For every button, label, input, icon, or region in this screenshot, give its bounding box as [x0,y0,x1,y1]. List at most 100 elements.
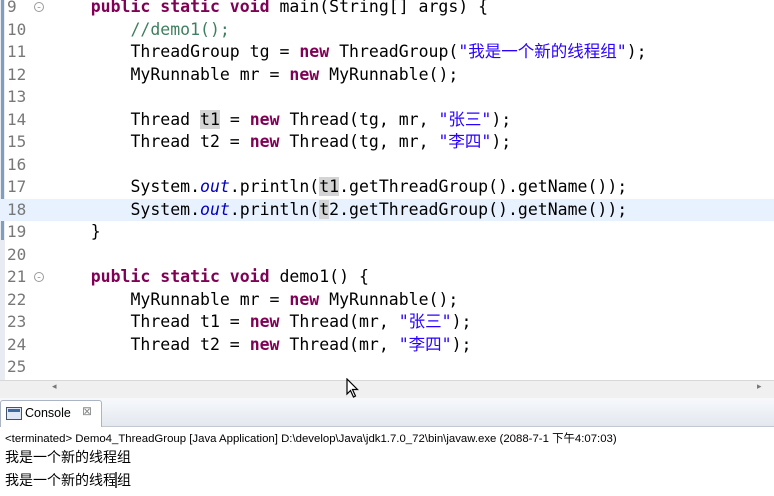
console-output-line: 我是一个新的线程组 [5,472,131,488]
code-token: new [249,109,280,129]
code-token: new [289,289,320,309]
line-number: 11 [7,42,27,61]
code-line[interactable]: 22 MyRunnable mr = new MyRunnable(); [0,289,774,312]
line-number: 23 [7,312,27,331]
code-line[interactable]: 11 ThreadGroup tg = new ThreadGroup("我是一… [0,41,774,64]
fold-collapse-icon[interactable]: – [34,272,44,282]
line-number: 16 [7,154,27,174]
line-number: 19 [7,222,27,241]
line-number: 22 [7,289,27,309]
code-token: ThreadGroup tg = [51,42,300,61]
code-token: "张三" [398,312,452,331]
fold-collapse-icon[interactable]: – [34,2,44,12]
line-number: 14 [7,109,27,129]
code-line[interactable]: 17 System.out.println(t1.getThreadGroup(… [0,176,774,199]
code-line[interactable]: 16 [0,154,774,177]
code-token: MyRunnable mr = [51,289,290,309]
code-line[interactable]: 19 } [0,221,774,244]
line-number: 12 [7,64,27,84]
code-line[interactable]: 23 Thread t1 = new Thread(mr, "张三"); [0,311,774,334]
code-line[interactable]: 20 [0,244,774,267]
line-number: 20 [7,244,27,264]
code-text: MyRunnable mr = new MyRunnable(); [51,289,458,312]
code-token: MyRunnable(); [319,64,459,84]
code-text: ThreadGroup tg = new ThreadGroup("我是一个新的… [51,41,647,64]
code-token: Thread(mr, [279,312,399,331]
code-token: Thread t1 = [51,312,250,331]
code-token: ThreadGroup( [329,42,459,61]
code-token: System. [51,177,201,196]
code-token: t1 [319,177,340,196]
line-number: 18 [7,199,27,219]
code-token: MyRunnable(); [319,289,459,309]
code-token: 2.getThreadGroup().getName()); [329,199,628,219]
line-number: 25 [7,357,27,376]
code-token: ); [451,312,472,331]
code-line[interactable]: 12 MyRunnable mr = new MyRunnable(); [0,64,774,87]
code-token: "张三" [438,109,492,129]
code-text: MyRunnable mr = new MyRunnable(); [51,64,458,87]
code-token: "我是一个新的线程组" [458,42,627,61]
code-token: main(String[] args) { [279,0,489,16]
code-token: demo1() { [279,267,369,286]
code-token: out [200,177,230,196]
code-line[interactable]: 14 Thread t1 = new Thread(tg, mr, "张三"); [0,109,774,132]
code-text: Thread t1 = new Thread(mr, "张三"); [51,311,471,334]
tab-console[interactable]: Console ⊠ [0,400,102,427]
line-number: 17 [7,177,27,196]
code-line[interactable]: 24 Thread t2 = new Thread(mr, "李四"); [0,334,774,357]
code-token: MyRunnable mr = [51,64,290,84]
code-token: new [289,64,320,84]
code-token: new [249,334,280,354]
code-token: public static void [51,267,280,286]
code-line[interactable]: 9– public static void main(String[] args… [0,0,774,19]
code-token: public static void [51,0,280,16]
line-number: 13 [7,87,27,106]
code-text: Thread t1 = new Thread(tg, mr, "张三"); [51,109,511,132]
code-token: = [219,109,250,129]
code-editor[interactable]: 9– public static void main(String[] args… [0,0,774,380]
code-line[interactable]: 10 //demo1(); [0,19,774,42]
code-token: "李四" [438,132,492,151]
code-token: Thread(tg, mr, [279,132,439,151]
line-number: 15 [7,132,27,151]
mouse-pointer-icon [346,378,359,398]
code-token: .println( [229,199,320,219]
scroll-left-icon[interactable]: ◂ [52,382,57,392]
code-token: new [299,42,330,61]
code-text: public static void demo1() { [51,266,369,289]
code-token: .getThreadGroup().getName()); [339,177,628,196]
code-text: //demo1(); [51,19,229,42]
code-line[interactable]: 15 Thread t2 = new Thread(tg, mr, "李四"); [0,131,774,154]
code-token: t1 [200,109,220,129]
line-number: 24 [7,334,27,354]
text-cursor [115,472,117,488]
code-line[interactable]: 18 System.out.println(t2.getThreadGroup(… [0,198,774,221]
code-text: System.out.println(t1.getThreadGroup().g… [51,176,627,199]
code-token: Thread t2 = [51,334,250,354]
console-icon [6,407,22,420]
code-line[interactable]: 13 [0,86,774,109]
line-number: 10 [7,19,27,39]
code-token: ); [451,334,472,354]
code-token: Thread t2 = [51,132,250,151]
code-line[interactable]: 21– public static void demo1() { [0,266,774,289]
code-token: out [200,199,230,219]
code-token: ); [626,42,647,61]
code-token: new [249,312,280,331]
code-token: t [319,199,330,219]
code-token: System. [51,199,201,219]
console-tab-label: Console [25,406,71,420]
console-tab-bar: Console ⊠ [0,398,774,427]
code-token: Thread(tg, mr, [279,109,439,129]
code-token: .println( [229,177,320,196]
code-token: } [51,222,101,241]
close-icon[interactable]: ⊠ [82,404,92,418]
code-text: public static void main(String[] args) { [51,0,488,19]
code-text: Thread t2 = new Thread(tg, mr, "李四"); [51,131,511,154]
scroll-right-icon[interactable]: ▸ [757,382,762,392]
horizontal-scrollbar[interactable]: ◂ ▸ [0,380,774,398]
code-token: ); [491,132,512,151]
code-line[interactable]: 25 [0,356,774,379]
